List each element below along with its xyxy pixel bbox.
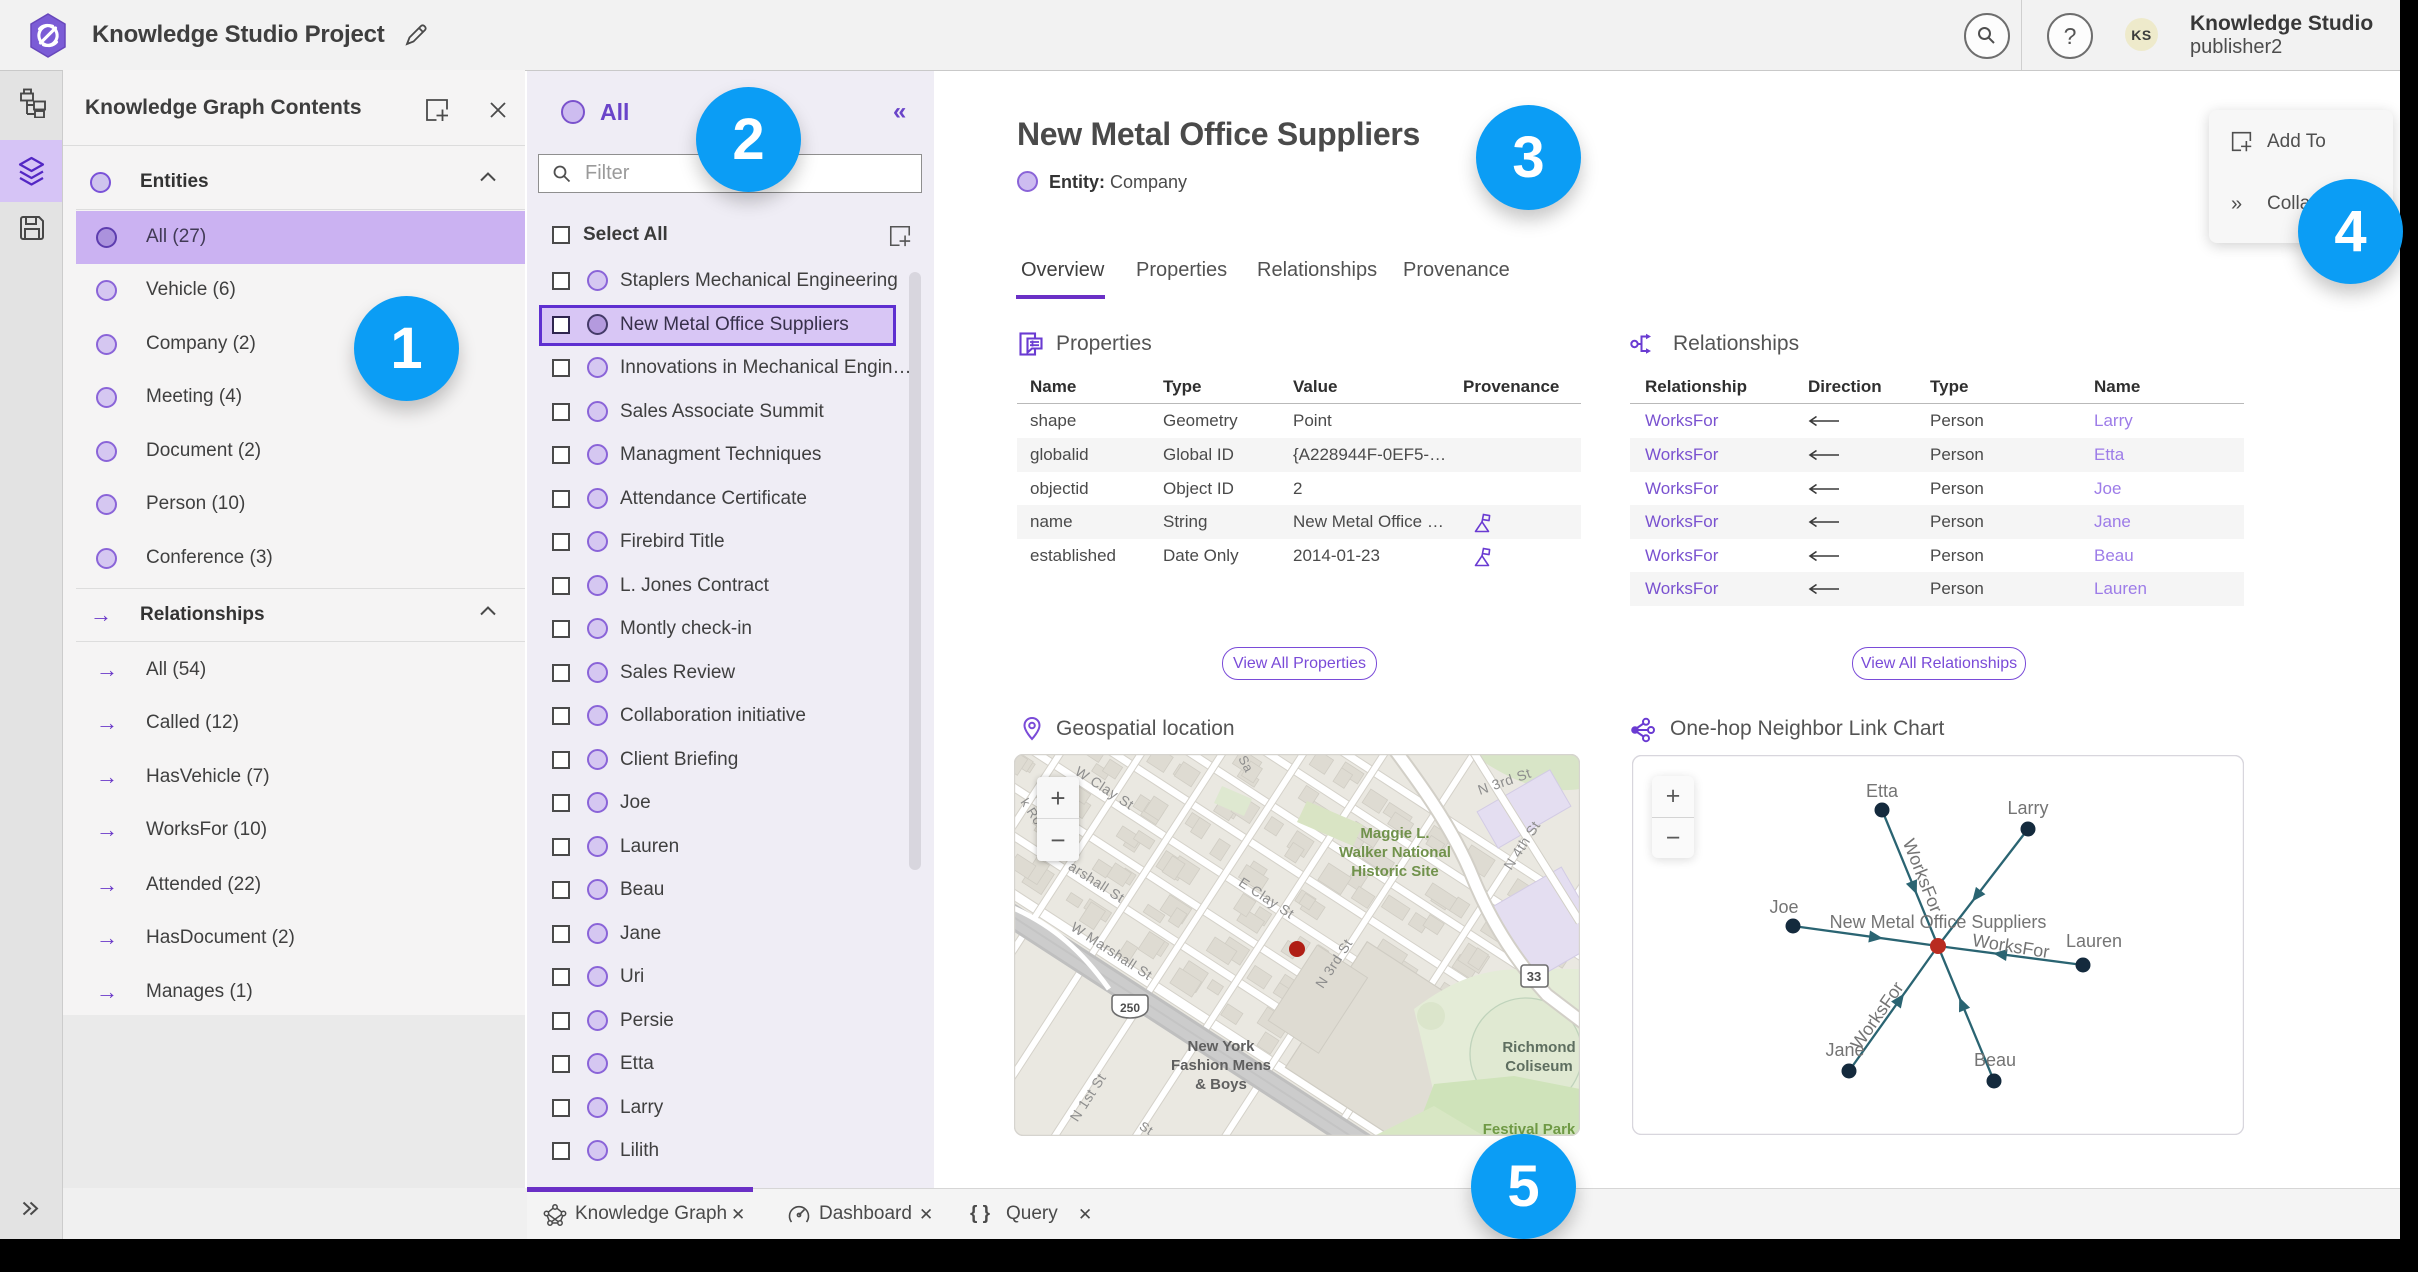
svg-text:Richmond: Richmond: [1502, 1039, 1575, 1056]
svg-text:Joe: Joe: [1769, 897, 1798, 917]
svg-text:Walker National: Walker National: [1339, 844, 1451, 861]
svg-text:Historic Site: Historic Site: [1351, 863, 1439, 880]
svg-text:Lauren: Lauren: [2066, 931, 2122, 951]
svg-text:Etta: Etta: [1866, 781, 1899, 801]
svg-text:New York: New York: [1188, 1038, 1256, 1055]
svg-text:New Metal Office Suppliers: New Metal Office Suppliers: [1830, 912, 2047, 932]
svg-text:Larry: Larry: [2007, 798, 2048, 818]
svg-text:250: 250: [1120, 1001, 1140, 1015]
svg-text:Maggie L.: Maggie L.: [1360, 825, 1429, 842]
svg-text:Beau: Beau: [1974, 1050, 2016, 1070]
svg-text:33: 33: [1527, 969, 1541, 984]
svg-text:Fashion Mens: Fashion Mens: [1171, 1057, 1271, 1074]
svg-text:Coliseum: Coliseum: [1505, 1058, 1573, 1075]
svg-text:& Boys: & Boys: [1195, 1076, 1247, 1093]
